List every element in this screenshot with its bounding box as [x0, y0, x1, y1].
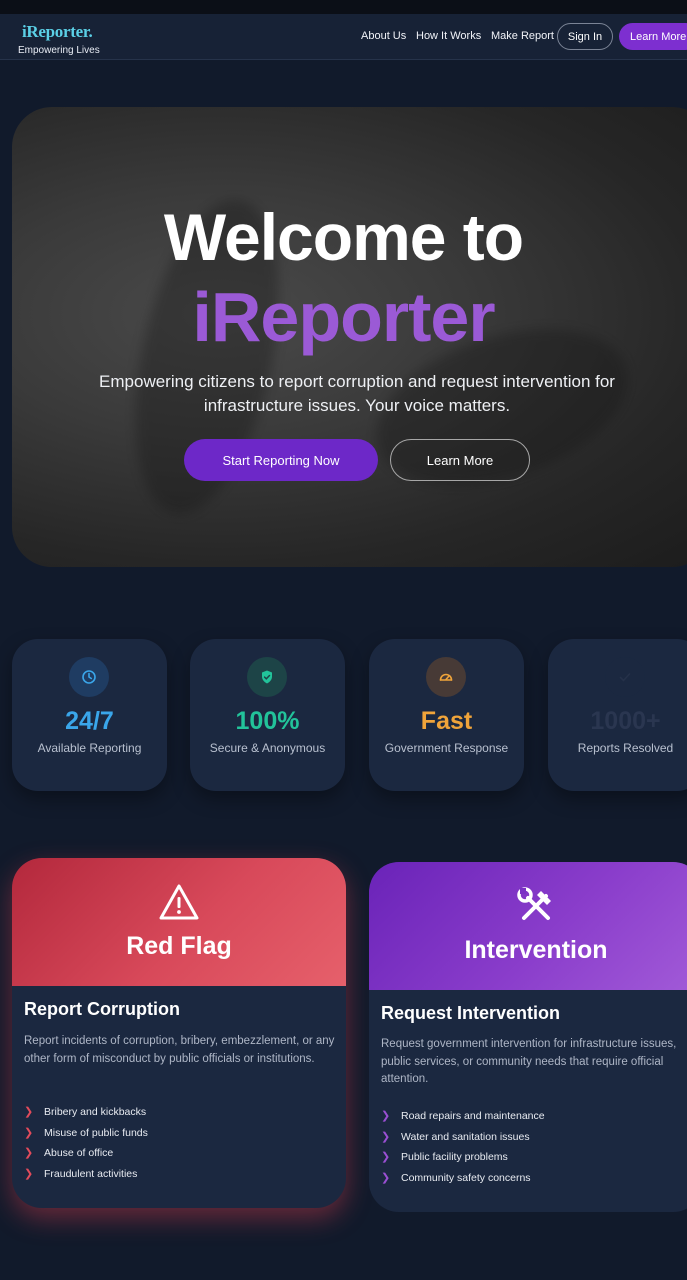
nav-link-how-it-works[interactable]: How It Works: [416, 30, 481, 42]
red-flag-card[interactable]: Red Flag Report Corruption Report incide…: [12, 858, 346, 1208]
chevron-right-icon: ❯: [381, 1172, 391, 1184]
chevron-right-icon: ❯: [381, 1131, 391, 1143]
nav-link-about-us[interactable]: About Us: [361, 30, 406, 42]
list-item: ❯ Abuse of office: [24, 1146, 114, 1160]
chevron-right-icon: ❯: [24, 1106, 34, 1118]
learn-more-button[interactable]: Learn More: [390, 439, 530, 481]
red-flag-description: Report incidents of corruption, bribery,…: [24, 1035, 335, 1065]
hero-title: Welcome to: [163, 200, 524, 274]
list-item: ❯ Water and sanitation issues: [381, 1130, 530, 1144]
stat-label: Government Response: [384, 741, 509, 755]
stat-card-security: 100% Secure & Anonymous: [190, 639, 345, 791]
list-item: ❯ Community safety concerns: [381, 1171, 531, 1185]
stat-value: Fast: [420, 707, 473, 735]
intervention-card-title: Intervention: [464, 936, 608, 964]
red-flag-heading: Report Corruption: [24, 999, 180, 1019]
hero-subtitle: Empowering citizens to report corruption…: [99, 372, 615, 415]
stat-label: Reports Resolved: [577, 741, 674, 755]
status-strip: [0, 0, 687, 14]
nav-link-make-report[interactable]: Make Report: [491, 30, 554, 42]
stat-label: Available Reporting: [37, 741, 142, 755]
hero-banner: Welcome to iReporter Empowering citizens…: [12, 107, 687, 567]
stat-card-response: Fast Government Response: [369, 639, 524, 791]
chevron-right-icon: ❯: [381, 1151, 391, 1163]
check-icon: [605, 657, 645, 697]
chevron-right-icon: ❯: [24, 1147, 34, 1159]
speedometer-icon: [426, 657, 466, 697]
sign-in-button[interactable]: Sign In: [557, 23, 613, 50]
logo-tagline: Empowering Lives: [18, 45, 100, 56]
shield-check-icon: [247, 657, 287, 697]
warning-triangle-icon: [158, 883, 200, 926]
stat-card-availability: 24/7 Available Reporting: [12, 639, 167, 791]
intervention-description: Request government intervention for infr…: [381, 1038, 677, 1085]
learn-more-nav-button[interactable]: Learn More: [619, 23, 687, 50]
list-item: ❯ Bribery and kickbacks: [24, 1105, 147, 1119]
list-item: ❯ Fraudulent activities: [24, 1167, 138, 1181]
chevron-right-icon: ❯: [24, 1168, 34, 1180]
list-item: ❯ Misuse of public funds: [24, 1126, 148, 1140]
top-navbar: iReporter. Empowering Lives About Us How…: [0, 14, 687, 60]
list-item: ❯ Road repairs and maintenance: [381, 1109, 545, 1123]
stat-card-resolved: 1000+ Reports Resolved: [548, 639, 687, 791]
stat-label: Secure & Anonymous: [209, 741, 326, 755]
red-flag-card-title: Red Flag: [126, 932, 232, 960]
stat-value: 100%: [235, 707, 300, 735]
list-item: ❯ Public facility problems: [381, 1150, 508, 1164]
red-flag-card-header: Red Flag: [12, 858, 346, 986]
intervention-card-header: Intervention: [369, 862, 687, 990]
hero-brand-title: iReporter: [192, 278, 495, 356]
chevron-right-icon: ❯: [381, 1110, 391, 1122]
stat-value: 1000+: [590, 707, 661, 735]
chevron-right-icon: ❯: [24, 1127, 34, 1139]
logo[interactable]: iReporter.: [22, 22, 93, 42]
intervention-card[interactable]: Intervention Request Intervention Reques…: [369, 862, 687, 1212]
stat-value: 24/7: [65, 707, 114, 735]
intervention-heading: Request Intervention: [381, 1003, 561, 1023]
start-reporting-button[interactable]: Start Reporting Now: [184, 439, 378, 481]
hammer-wrench-icon: [516, 886, 556, 931]
clock-icon: [69, 657, 109, 697]
